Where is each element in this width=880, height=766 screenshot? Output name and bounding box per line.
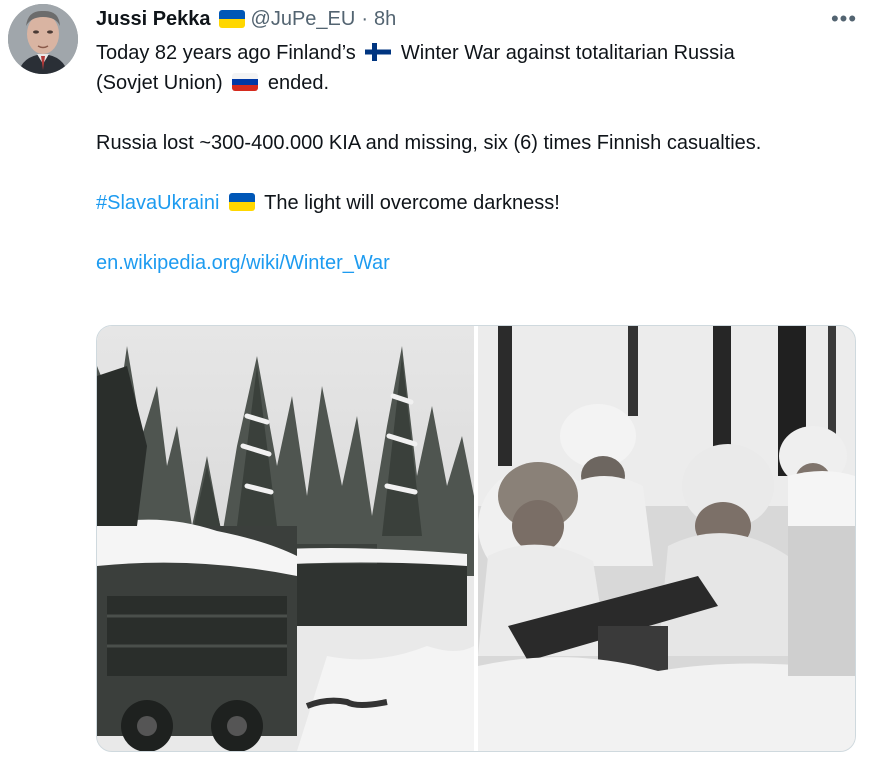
tweet-header: Jussi Pekka @JuPe_EU · 8h xyxy=(96,6,396,32)
tweet[interactable]: Jussi Pekka @JuPe_EU · 8h ••• Today 82 y… xyxy=(0,0,880,766)
text-line2-a: (Sovjet Union) xyxy=(96,72,223,94)
russia-flag-icon xyxy=(232,73,259,91)
ukraine-flag-inline-icon xyxy=(228,193,255,211)
tweet-text: Today 82 years ago Finland’s Winter War … xyxy=(96,38,856,278)
text-line2-b: ended. xyxy=(267,72,330,94)
wikipedia-link[interactable]: en.wikipedia.org/wiki/Winter_War xyxy=(96,252,390,274)
separator-dot: · xyxy=(361,7,368,30)
tweet-timestamp[interactable]: 8h xyxy=(374,8,396,31)
tweet-paragraph-1: Today 82 years ago Finland’s Winter War … xyxy=(96,38,856,98)
finnish-soldiers-photo-icon xyxy=(478,326,855,751)
ukraine-flag-icon xyxy=(218,10,245,28)
avatar-portrait-icon xyxy=(8,4,78,74)
destroyed-vehicles-photo-icon xyxy=(97,326,474,751)
author-handle[interactable]: @JuPe_EU xyxy=(251,8,356,31)
author-name[interactable]: Jussi Pekka xyxy=(96,8,211,31)
media-photo-2[interactable] xyxy=(478,326,855,751)
more-options-button[interactable]: ••• xyxy=(828,6,860,32)
text-line1-a: Today 82 years ago Finland’s xyxy=(96,42,356,64)
text-para3: The light will overcome darkness! xyxy=(264,192,560,214)
media-photo-1[interactable] xyxy=(97,326,474,751)
more-icon: ••• xyxy=(830,6,858,31)
tweet-paragraph-4: en.wikipedia.org/wiki/Winter_War xyxy=(96,248,856,278)
tweet-paragraph-2: Russia lost ~300-400.000 KIA and missing… xyxy=(96,132,762,154)
text-line1-b: Winter War against totalitarian Russia xyxy=(400,42,735,64)
media-grid xyxy=(96,325,856,752)
avatar[interactable] xyxy=(8,4,78,74)
finland-flag-icon xyxy=(365,43,392,61)
tweet-paragraph-3: #SlavaUkraini The light will overcome da… xyxy=(96,188,856,218)
hashtag-link[interactable]: #SlavaUkraini xyxy=(96,192,219,214)
